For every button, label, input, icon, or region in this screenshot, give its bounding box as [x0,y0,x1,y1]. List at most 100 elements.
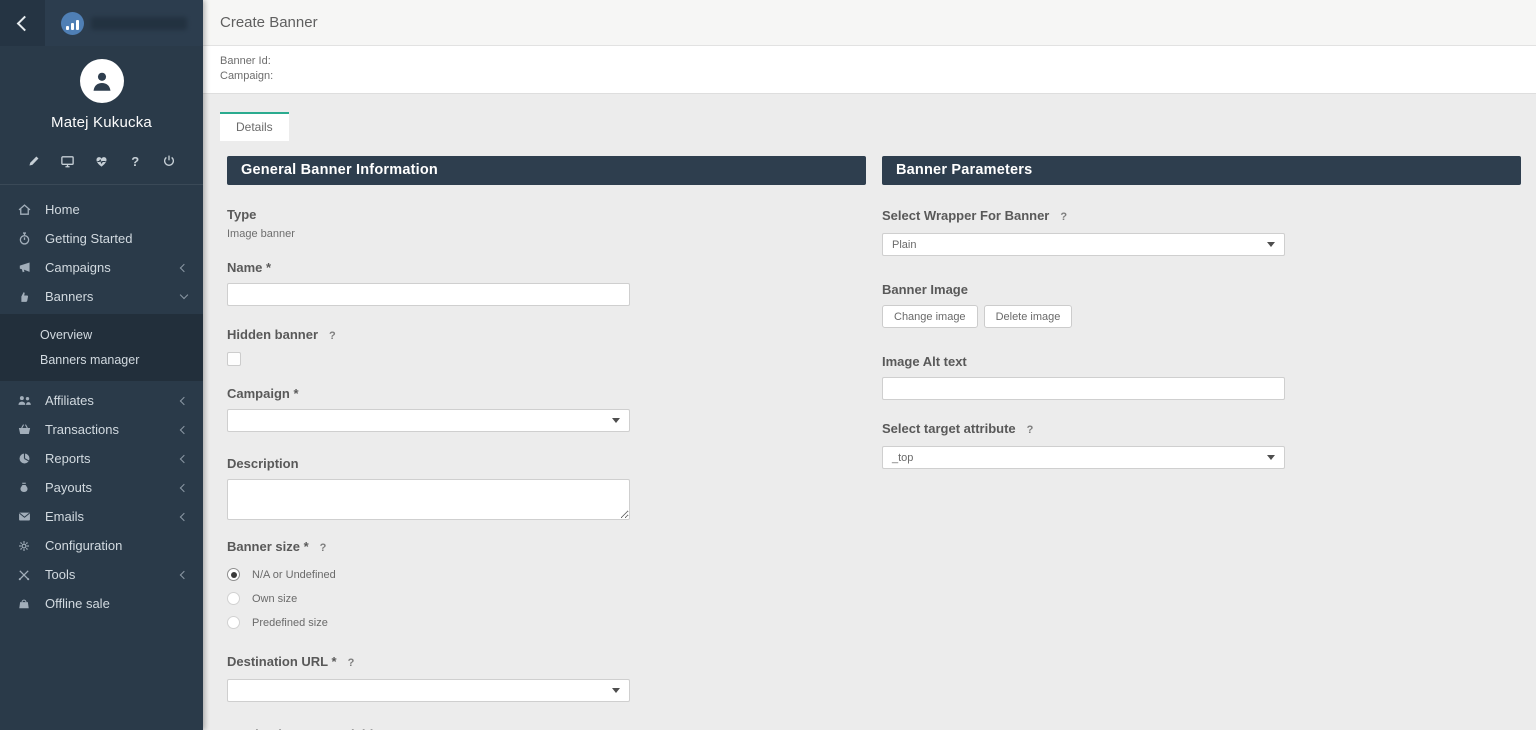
wrapper-field: Select Wrapper For Banner? Plain [882,207,1521,256]
banner-id-label: Banner Id: [220,54,1536,69]
chevron-left-icon [180,396,188,404]
sidebar-item-transactions[interactable]: Transactions [0,415,203,444]
caret-down-icon [612,418,620,423]
destination-url-select[interactable] [227,679,630,702]
delete-image-button[interactable]: Delete image [984,305,1073,328]
campaign-label: Campaign * [227,386,866,401]
sidebar-item-configuration[interactable]: Configuration [0,531,203,560]
sidebar-subitem-banners-manager[interactable]: Banners manager [0,347,203,372]
destination-url-variables-field: Destination URL variables? [227,726,866,730]
sidebar-nav: Home Getting Started Campaigns Banners O… [0,185,203,618]
radio-button[interactable] [227,592,240,605]
radio-button[interactable] [227,616,240,629]
help-icon[interactable]: ? [320,542,327,554]
help-icon[interactable]: ? [348,657,355,669]
main-area: Create Banner Banner Id: Campaign: Detai… [203,0,1536,730]
radio-option-own-size[interactable]: Own size [227,592,866,605]
description-textarea[interactable] [227,479,630,520]
megaphone-icon [16,260,32,275]
sidebar-item-campaigns[interactable]: Campaigns [0,253,203,282]
type-field: Type Image banner [227,207,866,240]
radio-option-na-or-undefined[interactable]: N/A or Undefined [227,568,866,581]
target-attribute-field: Select target attribute? _top [882,420,1521,469]
banners-submenu: Overview Banners manager [0,314,203,381]
name-field: Name * [227,260,866,306]
campaign-select[interactable] [227,409,630,432]
sidebar-item-getting-started[interactable]: Getting Started [0,224,203,253]
chevron-left-icon [180,512,188,520]
sidebar-item-offline-sale[interactable]: Offline sale [0,589,203,618]
image-alt-text-input[interactable] [882,377,1285,400]
destination-url-field: Destination URL *? [227,653,866,702]
caret-down-icon [1267,242,1275,247]
content: Details General Banner Information Type … [203,94,1536,730]
image-alt-text-field: Image Alt text [882,354,1521,400]
panel-title: Banner Parameters [882,156,1521,185]
home-icon [16,202,32,217]
change-image-button[interactable]: Change image [882,305,978,328]
money-bag-icon [16,481,32,495]
banner-size-radio-group: N/A or Undefined Own size Predefined siz… [227,568,866,629]
sidebar-topbar [0,0,203,46]
collapse-sidebar-button[interactable] [0,0,45,46]
sidebar-item-label: Banners [45,289,181,304]
help-icon[interactable]: ? [1027,424,1034,436]
chevron-left-icon [180,454,188,462]
pencil-icon[interactable] [26,153,42,169]
campaign-meta-label: Campaign: [220,69,1536,84]
help-icon[interactable]: ? [127,153,143,169]
hidden-banner-checkbox[interactable] [227,352,241,366]
basket-icon [16,422,32,437]
brand-text-blurred [91,17,187,30]
chevron-left-icon [17,15,33,31]
heartbeat-icon[interactable] [94,153,110,169]
target-attribute-value: _top [892,452,913,464]
power-icon[interactable] [161,153,177,169]
sidebar-item-label: Getting Started [45,231,187,246]
tab-details[interactable]: Details [220,112,289,141]
help-icon[interactable]: ? [1060,211,1067,223]
wrapper-label: Select Wrapper For Banner [882,208,1049,223]
sidebar-item-label: Payouts [45,480,181,495]
users-icon [16,393,32,408]
sidebar-item-tools[interactable]: Tools [0,560,203,589]
target-attribute-select[interactable]: _top [882,446,1285,469]
sidebar-item-label: Transactions [45,422,181,437]
hand-pointer-icon [16,290,32,304]
monitor-icon[interactable] [60,153,76,169]
radio-button-checked[interactable] [227,568,240,581]
sidebar: Matej Kukucka ? Home Getting Started Cam… [0,0,203,730]
shopping-bag-icon [16,597,32,611]
chevron-left-icon [180,570,188,578]
sidebar-item-banners[interactable]: Banners [0,282,203,311]
person-icon [89,68,115,94]
panel-title: General Banner Information [227,156,866,185]
sidebar-item-home[interactable]: Home [0,195,203,224]
chevron-left-icon [180,425,188,433]
sidebar-item-emails[interactable]: Emails [0,502,203,531]
help-icon[interactable]: ? [329,330,336,342]
sidebar-subitem-overview[interactable]: Overview [0,322,203,347]
wrapper-select[interactable]: Plain [882,233,1285,256]
user-name: Matej Kukucka [0,114,203,131]
sidebar-item-reports[interactable]: Reports [0,444,203,473]
sidebar-item-payouts[interactable]: Payouts [0,473,203,502]
hidden-banner-field: Hidden banner? [227,326,866,366]
sidebar-item-label: Offline sale [45,596,187,611]
image-alt-text-label: Image Alt text [882,354,1521,369]
name-input[interactable] [227,283,630,306]
gear-icon [16,539,32,553]
radio-label: N/A or Undefined [252,569,336,581]
banner-parameters-panel: Banner Parameters Select Wrapper For Ban… [882,156,1521,730]
banner-size-label: Banner size * [227,539,309,554]
hidden-banner-label: Hidden banner [227,327,318,342]
campaign-field: Campaign * [227,386,866,432]
sidebar-item-label: Affiliates [45,393,181,408]
user-profile: Matej Kukucka [0,46,203,131]
page-header: Create Banner [203,0,1536,46]
general-banner-information-panel: General Banner Information Type Image ba… [227,156,866,730]
radio-option-predefined-size[interactable]: Predefined size [227,616,866,629]
pie-chart-icon [16,451,32,466]
destination-url-label: Destination URL * [227,654,337,669]
sidebar-item-affiliates[interactable]: Affiliates [0,386,203,415]
